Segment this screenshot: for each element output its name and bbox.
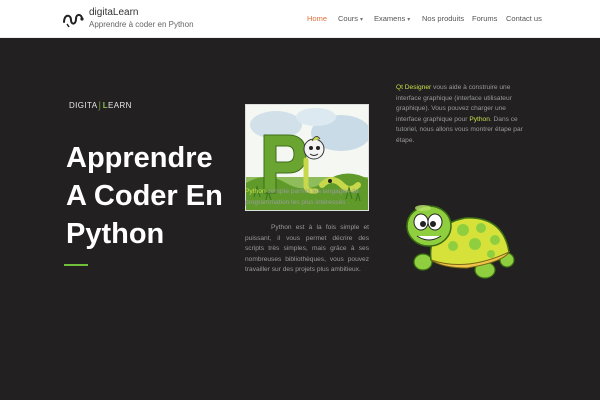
- nav-item-nos-produits[interactable]: Nos produits: [422, 14, 464, 23]
- python-description-text: Python est à la fois simple et puissant,…: [245, 224, 369, 273]
- site-header: digitaLearn Apprendre à coder en Python …: [0, 0, 600, 38]
- nav-item-cours[interactable]: Cours ▾: [338, 14, 363, 23]
- hero-title: Apprendre A Coder En Python: [66, 142, 223, 250]
- brand-wordmark: DIGITA⌡LEARN: [69, 101, 132, 110]
- nav-item-contact-us[interactable]: Contact us: [506, 14, 542, 23]
- nav-item-forums[interactable]: Forums: [472, 14, 497, 23]
- python-highlight: Python: [245, 188, 266, 195]
- nav-item-home[interactable]: Home: [307, 14, 327, 23]
- title-underline: [64, 264, 88, 266]
- python-highlight: Python: [469, 115, 490, 123]
- chevron-down-icon: ▾: [407, 17, 411, 23]
- main-nav: Home Cours ▾ Examens ▾ Nos produits Forums…: [0, 14, 600, 26]
- qt-designer-link[interactable]: Qt Designer: [396, 84, 431, 91]
- python-intro-text: Python compte parmis les langages de pro…: [245, 188, 359, 206]
- turtle-illustration: [406, 205, 515, 279]
- chevron-down-icon: ▾: [360, 17, 364, 23]
- qt-designer-text: Qt Designer vous aide à construire une i…: [396, 84, 523, 144]
- nav-item-examens[interactable]: Examens ▾: [374, 14, 410, 23]
